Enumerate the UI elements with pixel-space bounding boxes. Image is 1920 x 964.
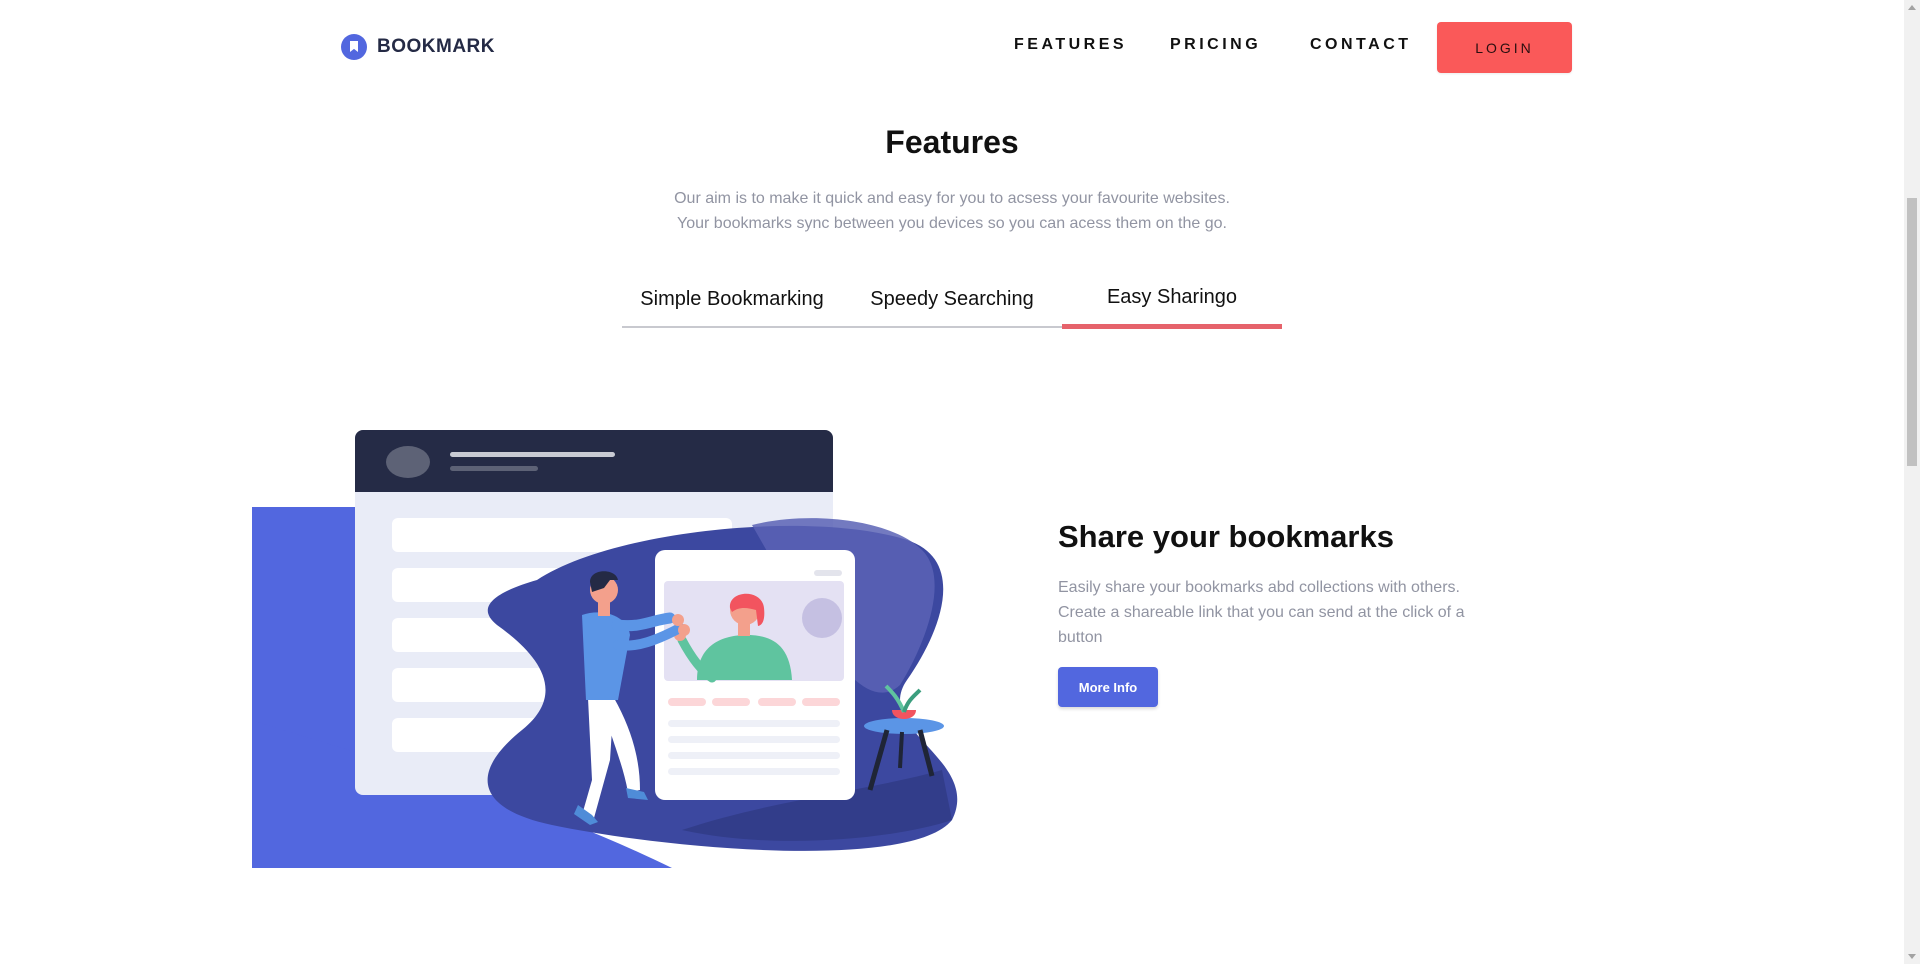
nav-link-features[interactable]: FEATURES — [1014, 36, 1127, 54]
section-title: Features — [885, 124, 1019, 160]
scroll-up-icon[interactable] — [1908, 5, 1916, 10]
feature-description: Easily share your bookmarks abd collecti… — [1058, 579, 1465, 646]
tab-speedy-searching[interactable]: Speedy Searching — [842, 288, 1062, 311]
active-tab-indicator — [1062, 324, 1282, 329]
brand-name: BOOKMARK — [377, 36, 495, 57]
tab-easy-sharing[interactable]: Easy Sharingo — [1062, 286, 1282, 309]
tab-simple-bookmarking[interactable]: Simple Bookmarking — [622, 288, 842, 311]
scroll-down-icon[interactable] — [1908, 954, 1916, 959]
feature-title: Share your bookmarks — [1058, 519, 1394, 554]
nav-link-contact[interactable]: CONTACT — [1310, 36, 1412, 54]
bookmark-icon — [341, 34, 367, 60]
brand-logo[interactable]: BOOKMARK — [341, 34, 495, 60]
section-description: Our aim is to make it quick and easy for… — [674, 190, 1230, 232]
feature-tabs: Simple Bookmarking Speedy Searching Easy… — [622, 284, 1282, 329]
page-scrollbar[interactable] — [1904, 0, 1920, 964]
sharing-illustration — [252, 430, 958, 868]
nav-link-pricing[interactable]: PRICING — [1170, 36, 1261, 54]
login-button[interactable]: LOGIN — [1437, 22, 1572, 73]
more-info-button[interactable]: More Info — [1058, 667, 1158, 707]
scroll-thumb[interactable] — [1907, 198, 1917, 466]
